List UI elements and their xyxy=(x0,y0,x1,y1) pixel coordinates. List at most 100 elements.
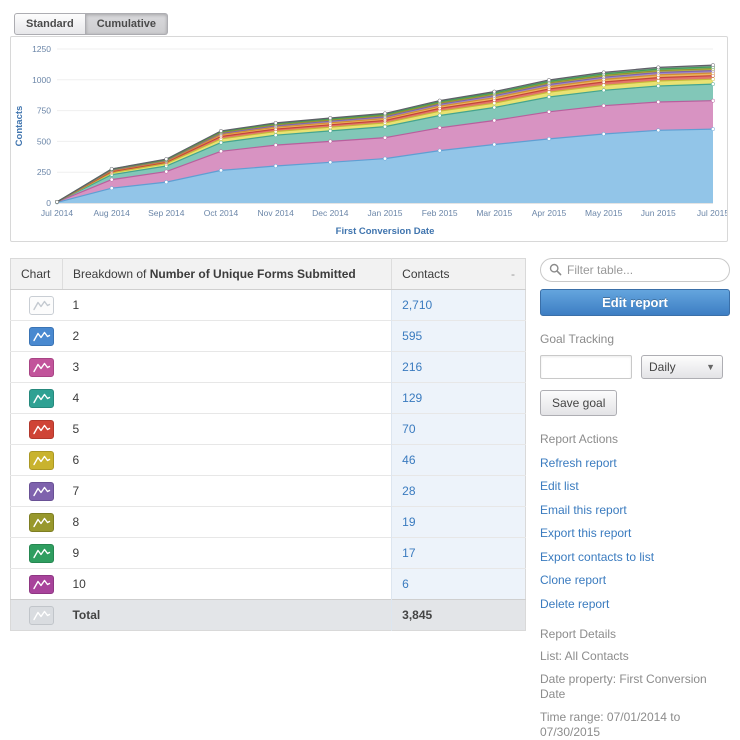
table-row: 10 6 xyxy=(11,569,526,600)
breakdown-value-label: 2 xyxy=(62,321,391,352)
report-detail-date-property: Date property: First Conversion Date xyxy=(540,672,730,702)
filter-table-field xyxy=(540,258,730,282)
standard-button[interactable]: Standard xyxy=(14,13,86,35)
contacts-count-link[interactable]: 17 xyxy=(402,546,415,560)
contacts-count-link[interactable]: 28 xyxy=(402,484,415,498)
contacts-count[interactable]: 2,710 xyxy=(392,290,526,321)
stacked-area-chart[interactable]: 025050075010001250Jul 2014Aug 2014Sep 20… xyxy=(11,37,727,241)
svg-text:Jul 2015: Jul 2015 xyxy=(697,208,727,218)
svg-text:Jul 2014: Jul 2014 xyxy=(41,208,73,218)
goal-frequency-value: Daily xyxy=(649,360,676,374)
svg-text:Nov 2014: Nov 2014 xyxy=(258,208,295,218)
delete-report-link[interactable]: Delete report xyxy=(540,597,730,611)
refresh-report-link[interactable]: Refresh report xyxy=(540,456,730,470)
contacts-count[interactable]: 19 xyxy=(392,507,526,538)
report-details-heading: Report Details xyxy=(540,627,730,641)
contacts-count-link[interactable]: 70 xyxy=(402,422,415,436)
table-row: 7 28 xyxy=(11,476,526,507)
contacts-count[interactable]: 595 xyxy=(392,321,526,352)
svg-text:Dec 2014: Dec 2014 xyxy=(312,208,349,218)
breakdown-value-label: 10 xyxy=(62,569,391,600)
svg-text:Jun 2015: Jun 2015 xyxy=(641,208,676,218)
contacts-count-link[interactable]: 595 xyxy=(402,329,422,343)
svg-text:Contacts: Contacts xyxy=(14,106,25,147)
table-total-row: Total 3,845 xyxy=(11,600,526,631)
contacts-count[interactable]: 129 xyxy=(392,383,526,414)
contacts-count[interactable]: 28 xyxy=(392,476,526,507)
table-header-row: Chart Breakdown of Number of Unique Form… xyxy=(11,259,526,290)
sort-indicator[interactable]: - xyxy=(505,267,515,281)
table-row: 1 2,710 xyxy=(11,290,526,321)
svg-text:750: 750 xyxy=(37,106,51,116)
series-chart-icon[interactable] xyxy=(29,544,54,563)
contacts-count[interactable]: 6 xyxy=(392,569,526,600)
table-row: 3 216 xyxy=(11,352,526,383)
svg-text:Jan 2015: Jan 2015 xyxy=(368,208,403,218)
email-this-report-link[interactable]: Email this report xyxy=(540,503,730,517)
contacts-count-link[interactable]: 19 xyxy=(402,515,415,529)
svg-text:Aug 2014: Aug 2014 xyxy=(93,208,130,218)
series-chart-icon[interactable] xyxy=(29,327,54,346)
contacts-count: 3,845 xyxy=(392,600,526,631)
report-actions-heading: Report Actions xyxy=(540,432,730,446)
table-row: 9 17 xyxy=(11,538,526,569)
series-chart-icon[interactable] xyxy=(29,513,54,532)
svg-text:250: 250 xyxy=(37,167,51,177)
edit-report-button[interactable]: Edit report xyxy=(540,289,730,316)
svg-text:May 2015: May 2015 xyxy=(585,208,623,218)
cumulative-area-chart-panel: 025050075010001250Jul 2014Aug 2014Sep 20… xyxy=(10,36,728,242)
chevron-down-icon: ▼ xyxy=(706,362,715,372)
goal-row: Daily ▼ xyxy=(540,355,730,379)
edit-list-link[interactable]: Edit list xyxy=(540,479,730,493)
breakdown-value-label: 1 xyxy=(62,290,391,321)
contacts-count-link[interactable]: 216 xyxy=(402,360,422,374)
goal-value-input[interactable] xyxy=(540,355,632,379)
export-this-report-link[interactable]: Export this report xyxy=(540,526,730,540)
contacts-count[interactable]: 216 xyxy=(392,352,526,383)
breakdown-value-label: 6 xyxy=(62,445,391,476)
table-row: 8 19 xyxy=(11,507,526,538)
series-chart-icon[interactable] xyxy=(29,296,54,315)
series-chart-icon[interactable] xyxy=(29,358,54,377)
contacts-count-link[interactable]: 129 xyxy=(402,391,422,405)
export-contacts-to-list-link[interactable]: Export contacts to list xyxy=(540,550,730,564)
contacts-count-link[interactable]: 2,710 xyxy=(402,298,432,312)
table-row: 4 129 xyxy=(11,383,526,414)
contacts-count[interactable]: 46 xyxy=(392,445,526,476)
goal-frequency-select[interactable]: Daily ▼ xyxy=(641,355,723,379)
contacts-count[interactable]: 17 xyxy=(392,538,526,569)
breakdown-value-label: 5 xyxy=(62,414,391,445)
save-goal-button[interactable]: Save goal xyxy=(540,390,617,416)
svg-text:1000: 1000 xyxy=(32,75,51,85)
breakdown-table: Chart Breakdown of Number of Unique Form… xyxy=(10,258,526,631)
table-row: 2 595 xyxy=(11,321,526,352)
breakdown-value-label: 8 xyxy=(62,507,391,538)
filter-table-input[interactable] xyxy=(540,258,730,282)
series-chart-icon[interactable] xyxy=(29,482,54,501)
column-header-chart[interactable]: Chart xyxy=(11,259,63,290)
breakdown-value-label: 7 xyxy=(62,476,391,507)
report-detail-time-range: Time range: 07/01/2014 to 07/30/2015 xyxy=(540,710,730,740)
svg-text:Apr 2015: Apr 2015 xyxy=(532,208,567,218)
series-chart-icon[interactable] xyxy=(29,420,54,439)
contacts-count[interactable]: 70 xyxy=(392,414,526,445)
search-icon xyxy=(549,263,562,279)
breakdown-value-label: 4 xyxy=(62,383,391,414)
series-chart-icon[interactable] xyxy=(29,606,54,625)
goal-tracking-heading: Goal Tracking xyxy=(540,332,730,346)
column-header-breakdown[interactable]: Breakdown of Number of Unique Forms Subm… xyxy=(62,259,391,290)
breakdown-value-label: Total xyxy=(62,600,391,631)
clone-report-link[interactable]: Clone report xyxy=(540,573,730,587)
svg-text:Oct 2014: Oct 2014 xyxy=(204,208,239,218)
report-detail-list: List: All Contacts xyxy=(540,649,730,664)
series-chart-icon[interactable] xyxy=(29,451,54,470)
series-chart-icon[interactable] xyxy=(29,575,54,594)
series-chart-icon[interactable] xyxy=(29,389,54,408)
svg-text:Sep 2014: Sep 2014 xyxy=(148,208,185,218)
contacts-count-link[interactable]: 46 xyxy=(402,453,415,467)
svg-text:0: 0 xyxy=(46,198,51,208)
breakdown-prefix: Breakdown of xyxy=(73,267,150,281)
contacts-count-link[interactable]: 6 xyxy=(402,577,409,591)
cumulative-button[interactable]: Cumulative xyxy=(86,13,168,35)
column-header-contacts[interactable]: Contacts- xyxy=(392,259,526,290)
